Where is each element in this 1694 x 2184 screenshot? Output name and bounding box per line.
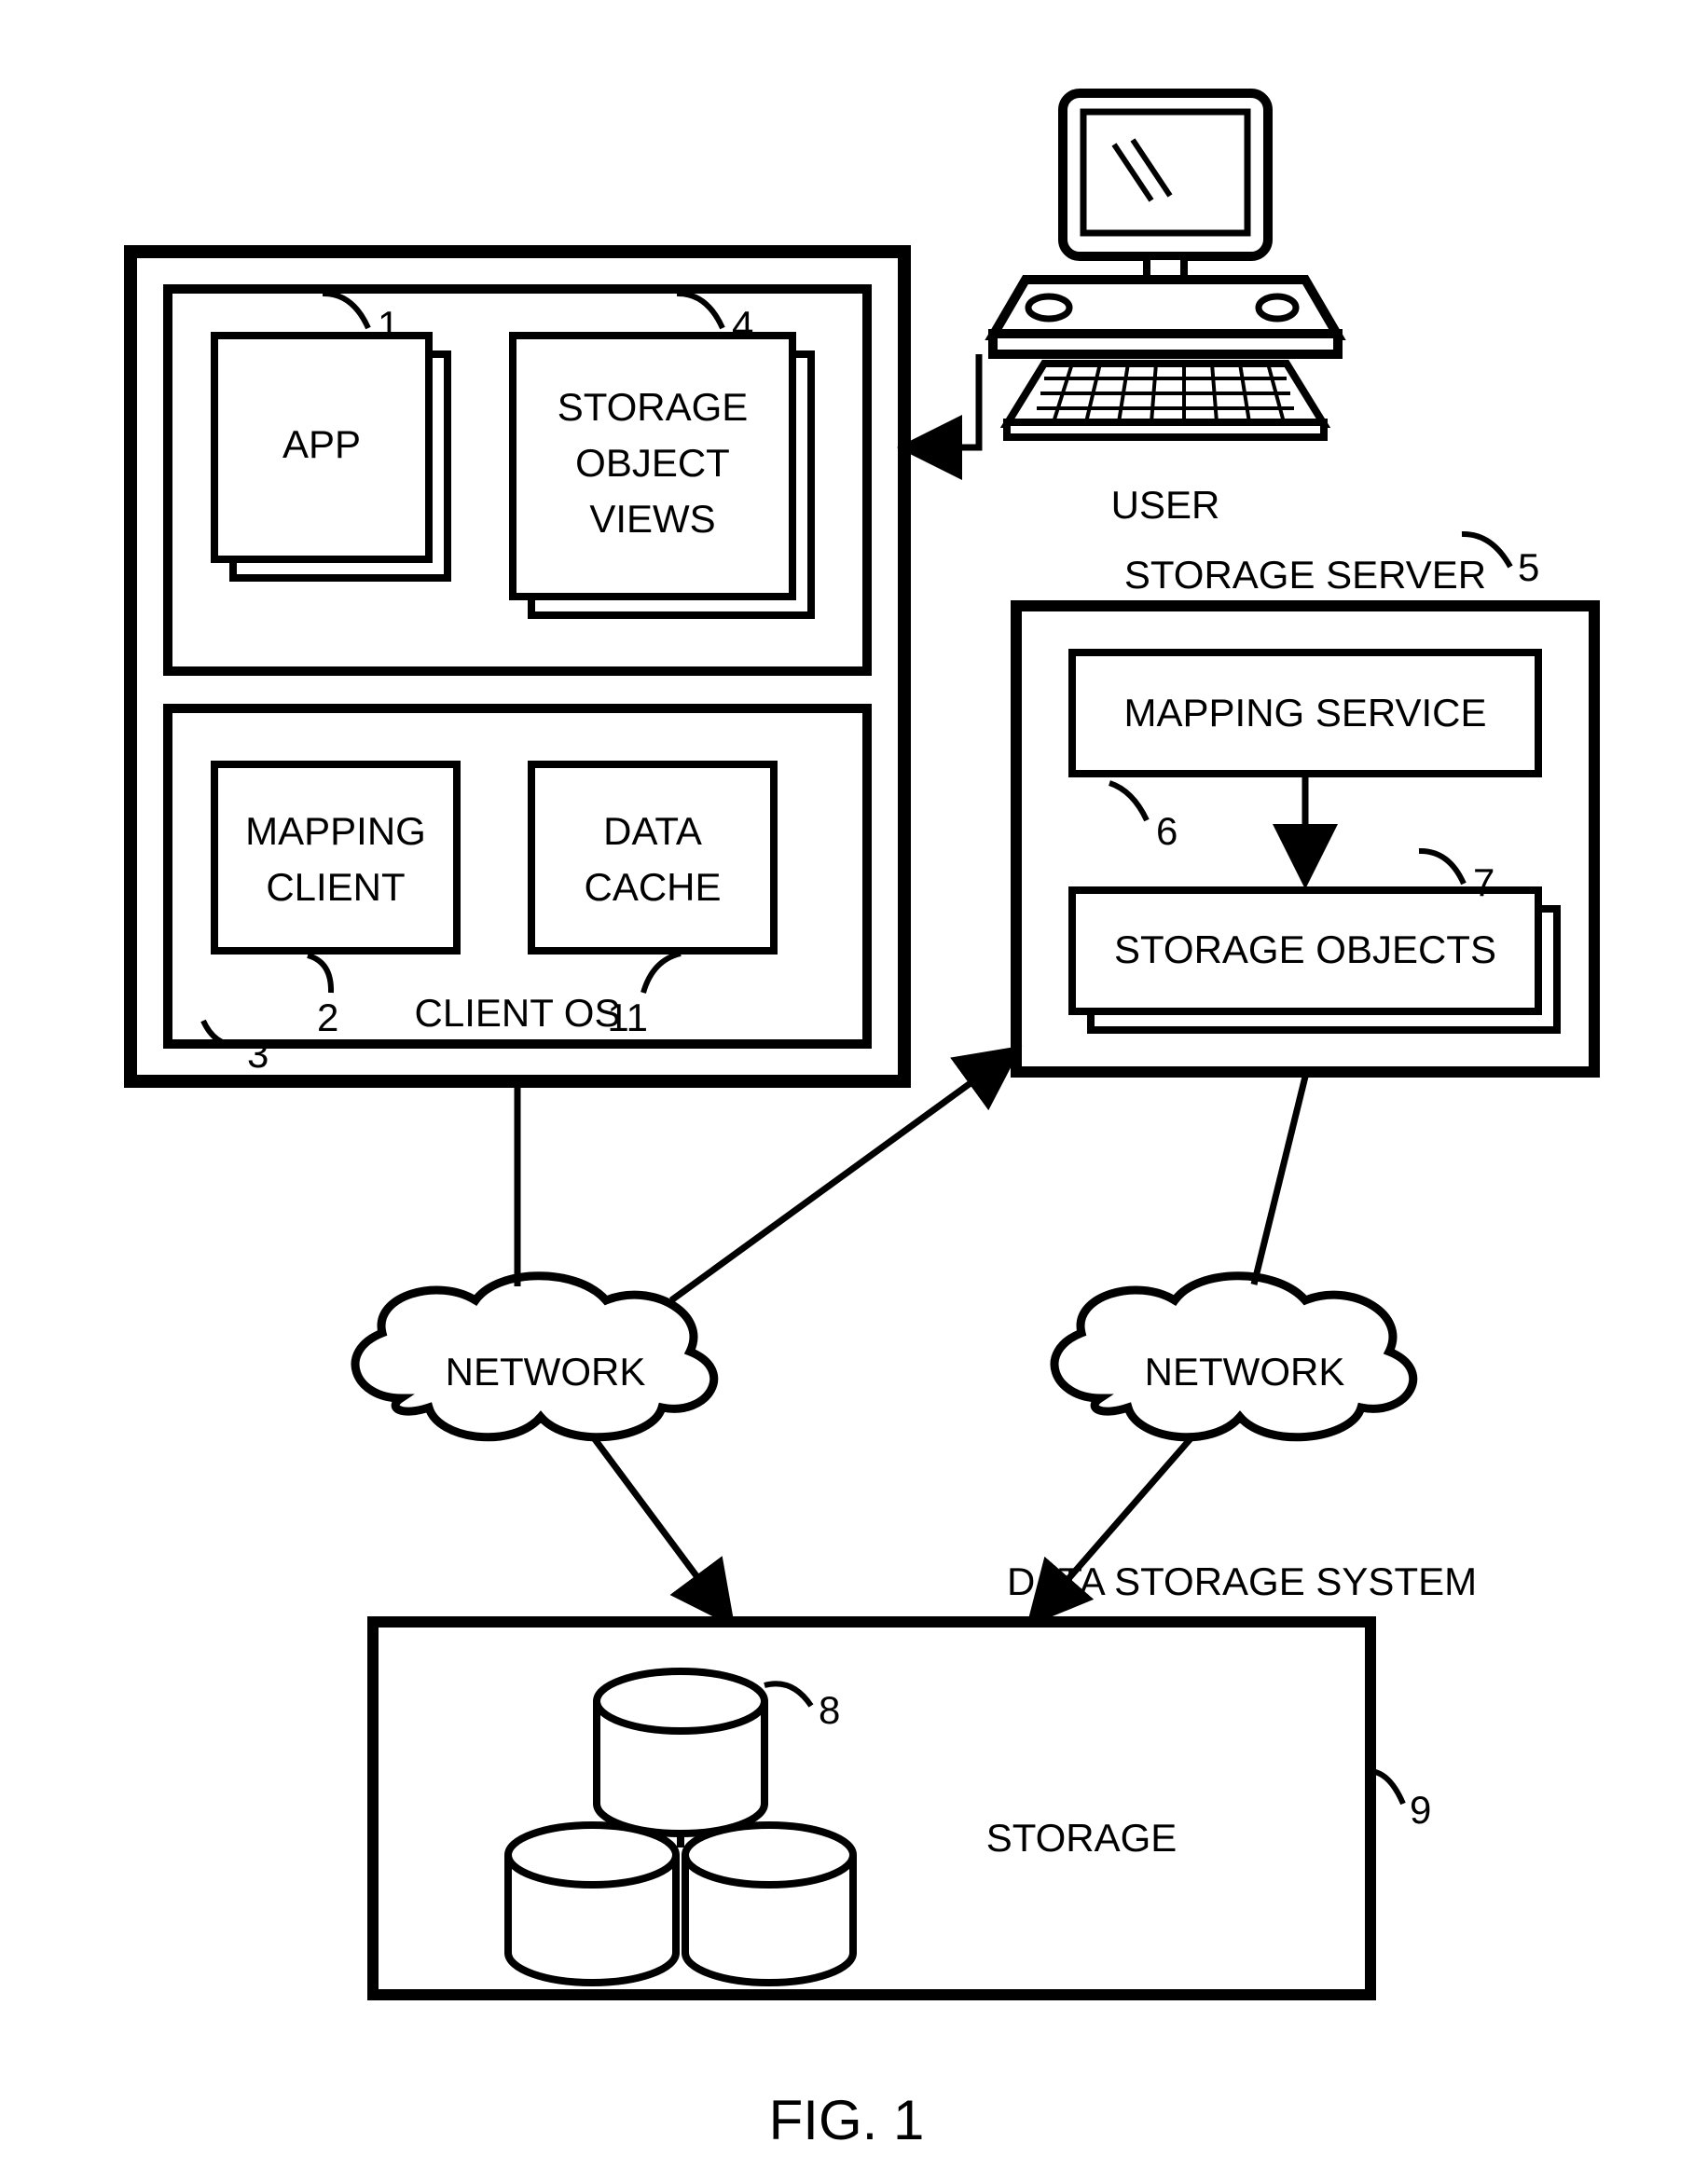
diagram-canvas: APP 1 STORAGE OBJECT VIEWS 4 CLIENT OS M… [0,0,1694,2184]
client-container: APP 1 STORAGE OBJECT VIEWS 4 CLIENT OS M… [131,252,904,1081]
data-storage-system-label: DATA STORAGE SYSTEM [1007,1559,1477,1603]
dc-l1: DATA [603,809,702,853]
figure-caption: FIG. 1 [769,2089,925,2151]
ref-11: 11 [607,996,648,1039]
mapping-client-box: MAPPING CLIENT [214,764,457,951]
ref-5: 5 [1518,545,1539,589]
ref-6: 6 [1156,809,1178,853]
storage-server-label: STORAGE SERVER [1124,553,1486,597]
storage-server-box: MAPPING SERVICE 6 STORAGE OBJECTS 7 [1016,606,1594,1072]
network-left-label: NETWORK [446,1350,646,1394]
user-label: USER [1111,483,1220,527]
ref-4: 4 [732,303,753,347]
client-os-label: CLIENT OS [415,991,621,1035]
data-storage-system-box: STORAGE 8 9 [373,1622,1431,1995]
user-computer-icon [993,93,1338,437]
sov-l1: STORAGE [558,385,749,429]
mc-l2: CLIENT [266,865,405,909]
network-right-label: NETWORK [1145,1350,1345,1394]
network-cloud-left: NETWORK [355,1276,714,1437]
network-cloud-right: NETWORK [1054,1276,1413,1437]
ref-8: 8 [819,1688,840,1732]
storage-label: STORAGE [986,1816,1178,1860]
app-box: APP [214,336,448,578]
storage-object-views-box: STORAGE OBJECT VIEWS [513,336,811,615]
app-label: APP [282,422,361,466]
data-cache-box: DATA CACHE [531,764,774,951]
storage-objects-label: STORAGE OBJECTS [1114,927,1496,971]
ref-9: 9 [1410,1788,1431,1832]
dc-l2: CACHE [584,865,721,909]
sov-l2: OBJECT [575,441,730,485]
sov-l3: VIEWS [589,497,715,541]
ref-1: 1 [378,303,399,347]
ref-2: 2 [317,996,338,1039]
mapping-service-label: MAPPING SERVICE [1124,691,1487,735]
storage-objects-box: STORAGE OBJECTS [1072,890,1557,1030]
ref-7: 7 [1473,860,1494,904]
ref-3: 3 [247,1032,269,1076]
mc-l1: MAPPING [245,809,426,853]
